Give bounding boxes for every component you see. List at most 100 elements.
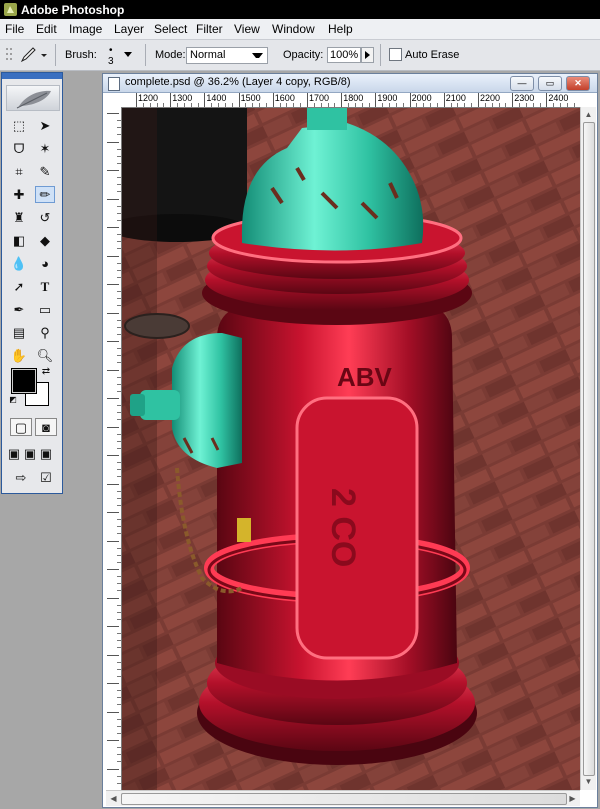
- ruler-v-tick: [107, 540, 119, 542]
- ruler-v-minor-tick: [117, 690, 121, 692]
- mode-select[interactable]: Normal: [186, 47, 268, 64]
- ruler-h-label: 2100: [445, 93, 466, 103]
- ruler-v-minor-tick: [117, 291, 121, 293]
- blur-icon[interactable]: 💧: [9, 255, 29, 272]
- ruler-h-tick: [478, 93, 479, 107]
- maximize-button[interactable]: ▭: [538, 76, 562, 91]
- ruler-h-minor-tick: [361, 103, 363, 107]
- scroll-down-icon[interactable]: ▼: [582, 775, 595, 788]
- ruler-v-minor-tick: [117, 554, 121, 556]
- ruler-v-minor-tick: [117, 647, 121, 649]
- eyedropper-icon[interactable]: ⚲: [35, 324, 55, 341]
- image-canvas[interactable]: ABV 2 CO: [122, 108, 580, 791]
- tool-preset-picker[interactable]: [18, 46, 50, 64]
- screen-mode-full-icon[interactable]: ▣: [39, 445, 53, 462]
- palette-title-bar[interactable]: [2, 73, 62, 79]
- path-selection-icon[interactable]: ➚: [9, 278, 29, 295]
- ruler-h-minor-tick: [498, 103, 500, 107]
- ruler-v-minor-tick: [117, 319, 121, 321]
- ruler-v-minor-tick: [117, 618, 121, 620]
- history-brush-icon[interactable]: ↺: [35, 209, 55, 226]
- ruler-v-minor-tick: [117, 376, 121, 378]
- vertical-scroll-thumb[interactable]: [583, 122, 595, 776]
- lasso-icon[interactable]: ᗜ: [9, 140, 29, 157]
- close-button[interactable]: ✕: [566, 76, 590, 91]
- brush-dot: •: [109, 45, 113, 56]
- ruler-h-label: 2400: [548, 93, 569, 103]
- quick-mask-icon[interactable]: ◙: [35, 418, 57, 436]
- menu-layer[interactable]: Layer: [114, 22, 144, 36]
- menu-file[interactable]: File: [5, 22, 24, 36]
- ruler-h-minor-tick: [430, 103, 432, 107]
- feather-logo[interactable]: [6, 85, 60, 111]
- menu-edit[interactable]: Edit: [36, 22, 57, 36]
- ruler-h-minor-tick: [286, 103, 288, 107]
- foreground-color-swatch[interactable]: [12, 369, 36, 393]
- ruler-v-tick: [107, 255, 119, 257]
- ruler-v-tick: [107, 740, 119, 741]
- crop-icon[interactable]: ⌗: [9, 163, 29, 180]
- ruler-h-tick: [204, 93, 206, 107]
- opacity-slider-button[interactable]: [361, 47, 374, 63]
- ruler-v-minor-tick: [117, 775, 121, 777]
- type-icon[interactable]: T: [35, 278, 55, 295]
- horizontal-scrollbar[interactable]: ◀ ▶: [106, 790, 580, 806]
- standard-mode-icon[interactable]: ▢: [10, 418, 32, 436]
- menu-select[interactable]: Select: [154, 22, 187, 36]
- ruler-h-tick: [170, 93, 172, 107]
- minimize-button[interactable]: —: [510, 76, 534, 91]
- jump-to-imageready-icon[interactable]: ⇨: [9, 469, 33, 486]
- ruler-v-minor-tick: [117, 725, 121, 727]
- ruler-h-minor-tick: [450, 103, 452, 107]
- pen-icon[interactable]: ✒: [9, 301, 29, 318]
- zoom-icon[interactable]: 🔍︎: [35, 347, 55, 364]
- document-title-bar[interactable]: complete.psd @ 36.2% (Layer 4 copy, RGB/…: [103, 74, 597, 93]
- move-icon[interactable]: ➤: [35, 117, 55, 134]
- ruler-v-tick: [107, 683, 119, 684]
- ruler-v-minor-tick: [117, 732, 121, 734]
- pencil-icon[interactable]: ✏: [35, 186, 55, 203]
- auto-erase-checkbox[interactable]: [389, 48, 402, 61]
- swap-colors-icon[interactable]: ⇄: [40, 366, 52, 378]
- ruler-v-minor-tick: [117, 234, 121, 236]
- hand-icon[interactable]: ✋: [9, 347, 29, 364]
- clone-stamp-icon[interactable]: ♜: [9, 209, 29, 226]
- healing-brush-icon[interactable]: ✚: [9, 186, 29, 203]
- brush-picker[interactable]: • 3: [103, 44, 135, 68]
- slice-icon[interactable]: ✎: [35, 163, 55, 180]
- menu-help[interactable]: Help: [328, 22, 353, 36]
- ruler-h-minor-tick: [313, 103, 315, 107]
- ruler-v-minor-tick: [117, 519, 121, 521]
- screen-mode-menubar-icon[interactable]: ▣: [23, 445, 37, 462]
- notes-icon[interactable]: ▤: [9, 324, 29, 341]
- ruler-h-minor-tick: [334, 103, 336, 107]
- vertical-scrollbar[interactable]: ▲ ▼: [580, 107, 596, 790]
- horizontal-scroll-thumb[interactable]: [121, 793, 567, 805]
- ruler-h-tick: [272, 93, 274, 107]
- scroll-left-icon[interactable]: ◀: [107, 792, 120, 805]
- scroll-up-icon[interactable]: ▲: [582, 108, 595, 121]
- menu-view[interactable]: View: [234, 22, 260, 36]
- menu-image[interactable]: Image: [69, 22, 102, 36]
- default-colors-icon[interactable]: ◩: [8, 395, 18, 405]
- magic-wand-icon[interactable]: ✶: [35, 140, 55, 157]
- ruler-v-minor-tick: [117, 155, 121, 157]
- options-separator: [145, 44, 146, 66]
- opacity-input[interactable]: 100%: [327, 47, 361, 63]
- ruler-v-minor-tick: [117, 590, 121, 592]
- ruler-h-minor-tick: [553, 103, 555, 107]
- scroll-right-icon[interactable]: ▶: [566, 792, 579, 805]
- rectangle-shape-icon[interactable]: ▭: [35, 301, 55, 318]
- rectangular-marquee-icon[interactable]: ⬚: [9, 117, 29, 134]
- eraser-icon[interactable]: ◧: [9, 232, 29, 249]
- ruler-v-minor-tick: [117, 419, 121, 421]
- check-icon[interactable]: ☑: [36, 469, 56, 486]
- ruler-v-minor-tick: [117, 633, 121, 635]
- dodge-icon[interactable]: ◕: [35, 255, 55, 272]
- ruler-h-label: 2200: [480, 93, 501, 103]
- paint-bucket-icon[interactable]: ◆: [35, 232, 55, 249]
- screen-mode-standard-icon[interactable]: ▣: [7, 445, 21, 462]
- grip-icon[interactable]: [4, 46, 14, 66]
- menu-window[interactable]: Window: [272, 22, 315, 36]
- menu-filter[interactable]: Filter: [196, 22, 223, 36]
